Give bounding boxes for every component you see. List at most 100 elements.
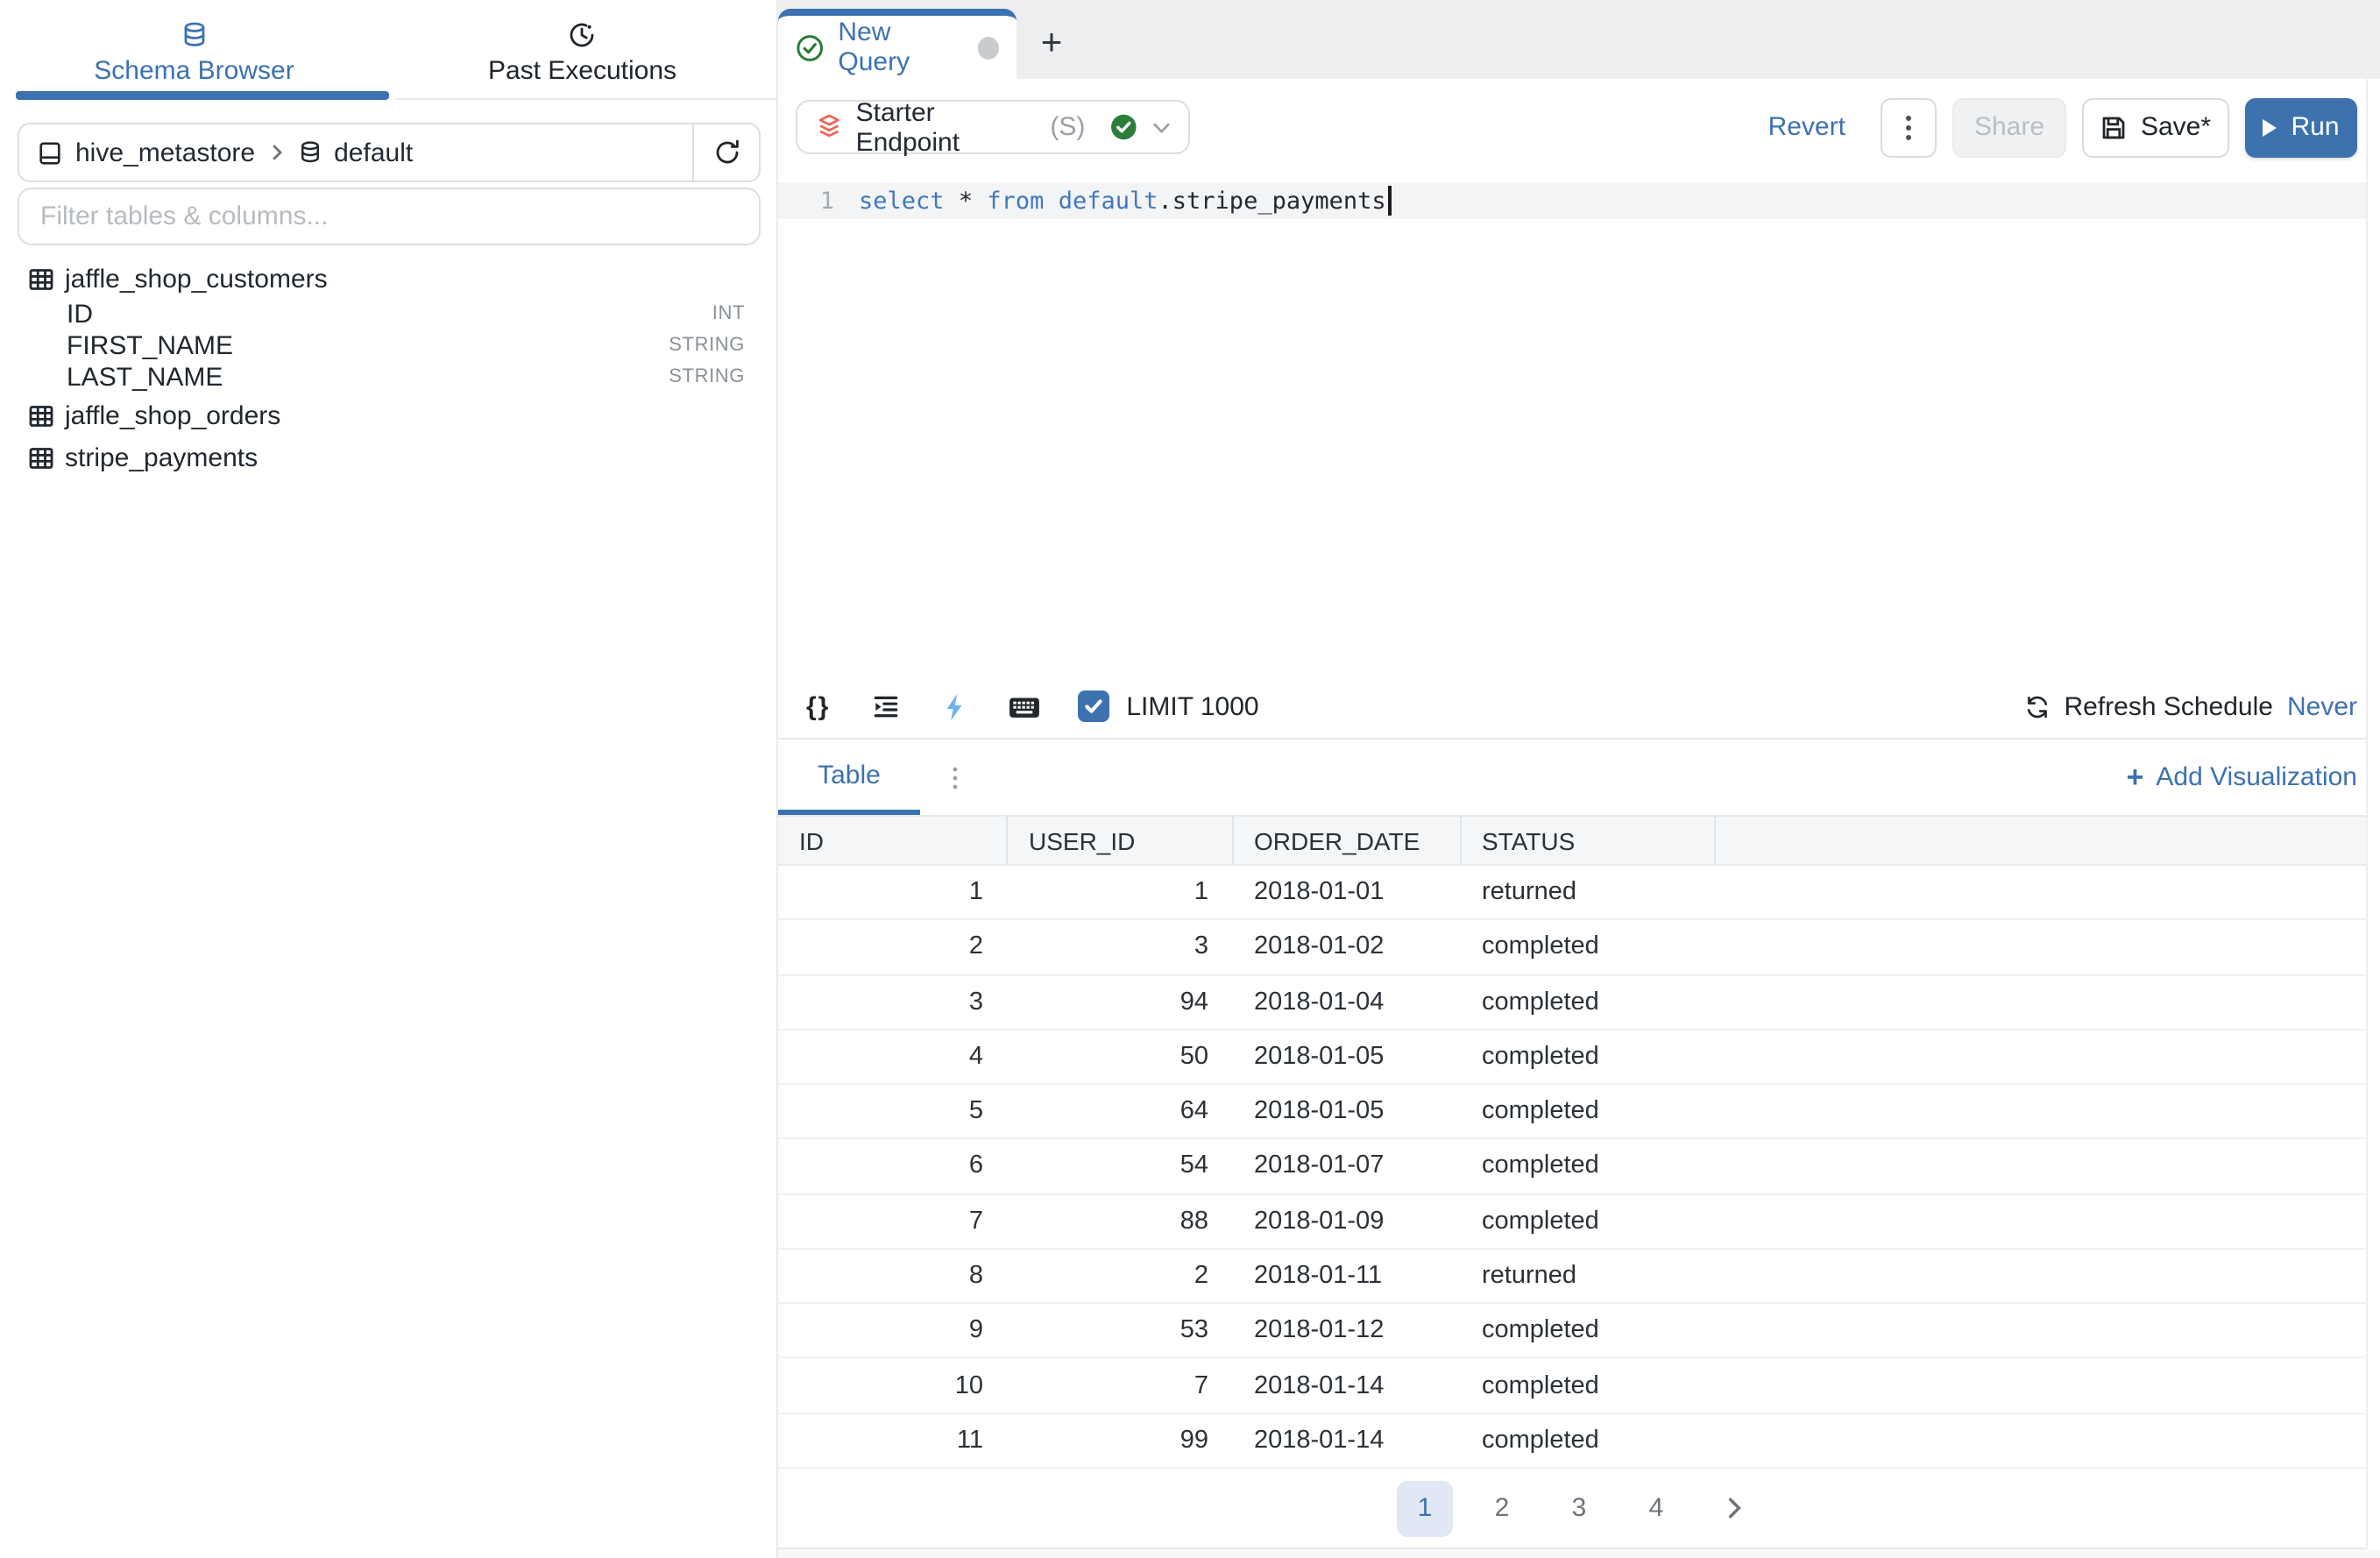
refresh-schedule-label: Refresh Schedule: [2064, 691, 2273, 721]
results-table-header: IDUSER_IDORDER_DATESTATUS: [778, 815, 2380, 866]
table-row-5: 5642018-01-05completed: [778, 1085, 2380, 1140]
page-button-3[interactable]: 3: [1551, 1480, 1607, 1536]
table-icon: [28, 266, 54, 292]
tree-table-jaffle_shop_customers[interactable]: jaffle_shop_customers: [28, 259, 745, 298]
cell-user_id: 99: [1008, 1413, 1233, 1467]
limit-checkbox[interactable]: [1077, 690, 1109, 722]
lightning-icon[interactable]: [940, 691, 967, 721]
line-number: 1: [778, 187, 859, 215]
kebab-icon: [1905, 113, 1912, 141]
cell-status: completed: [1461, 1085, 1715, 1138]
cell-user_id: 88: [1008, 1194, 1233, 1248]
cell-status: completed: [1461, 1030, 1715, 1084]
refresh-schedule-value[interactable]: Never: [2287, 691, 2357, 721]
schema-refresh-button[interactable]: [692, 124, 759, 181]
cell-order_date: 2018-01-11: [1233, 1250, 1461, 1303]
kebab-icon: [952, 765, 959, 790]
tab-past-executions[interactable]: Past Executions: [388, 0, 776, 100]
breadcrumb-path[interactable]: hive_metastore default: [19, 138, 692, 167]
tab-past-executions-label: Past Executions: [488, 56, 676, 86]
tree-column-LAST_NAME[interactable]: LAST_NAMESTRING: [28, 361, 745, 393]
table-row-8: 822018-01-11returned: [778, 1250, 2380, 1305]
cell-user_id: 64: [1008, 1085, 1233, 1138]
database-icon: [181, 21, 209, 49]
editor-line-1: 1 select * from default.stripe_payments: [778, 182, 2380, 219]
cell-order_date: 2018-01-02: [1233, 921, 1461, 974]
clock-icon: [569, 21, 597, 49]
refresh-schedule: Refresh Schedule Never: [2023, 691, 2357, 721]
results-table-body: 112018-01-01returned232018-01-02complete…: [778, 866, 2380, 1469]
scrollbar-track[interactable]: [2366, 79, 2380, 1549]
save-icon: [2100, 113, 2129, 141]
save-button[interactable]: Save*: [2082, 97, 2229, 157]
cell-id: 9: [778, 1304, 1008, 1357]
tree-column-type: INT: [712, 303, 745, 324]
query-tab-new-query[interactable]: New Query: [778, 9, 1016, 79]
tree-column-type: STRING: [669, 335, 745, 356]
sql-code[interactable]: select * from default.stripe_payments: [859, 186, 1392, 216]
cell-id: 10: [778, 1359, 1008, 1413]
breadcrumb-chevron-icon: [267, 144, 285, 161]
cell-user_id: 94: [1008, 975, 1233, 1029]
tree-column-label: ID: [67, 299, 93, 329]
endpoint-name: Starter Endpoint: [856, 97, 1038, 157]
play-icon: [2263, 118, 2277, 136]
tree-column-FIRST_NAME[interactable]: FIRST_NAMESTRING: [28, 329, 745, 361]
filter-input[interactable]: [19, 202, 759, 231]
tree-table-stripe_payments[interactable]: stripe_payments: [28, 438, 745, 477]
results-header: Table + Add Visualization: [778, 738, 2380, 815]
tab-schema-browser[interactable]: Schema Browser: [0, 0, 388, 100]
add-visualization-button[interactable]: + Add Visualization: [2127, 740, 2358, 815]
column-header-USER_ID[interactable]: USER_ID: [1008, 817, 1233, 864]
refresh-schedule-icon: [2023, 693, 2050, 719]
cell-status: completed: [1461, 1140, 1715, 1193]
query-tabstrip: New Query +: [778, 0, 2380, 79]
visualization-menu-button[interactable]: [920, 740, 990, 815]
cell-id: 8: [778, 1250, 1008, 1303]
next-page-button[interactable]: [1705, 1480, 1761, 1536]
page-button-2[interactable]: 2: [1474, 1480, 1530, 1536]
tree-column-ID[interactable]: ID INT: [28, 298, 745, 329]
share-button[interactable]: Share: [1952, 97, 2066, 157]
breadcrumb: hive_metastore default: [18, 123, 761, 182]
keyboard-icon[interactable]: [1007, 691, 1040, 721]
indent-icon[interactable]: [870, 691, 900, 721]
filter-field: [18, 188, 761, 245]
cell-id: 1: [778, 866, 1008, 919]
column-header-ORDER_DATE[interactable]: ORDER_DATE: [1233, 817, 1461, 864]
limit-control: LIMIT 1000: [1077, 690, 1258, 722]
cell-order_date: 2018-01-07: [1233, 1140, 1461, 1193]
column-header-STATUS[interactable]: STATUS: [1461, 817, 1715, 864]
table-icon: [28, 402, 54, 428]
cell-order_date: 2018-01-09: [1233, 1194, 1461, 1248]
format-query-icon[interactable]: {}: [806, 691, 830, 721]
catalog-icon: [37, 139, 63, 166]
table-row-2: 232018-01-02completed: [778, 921, 2380, 976]
page-button-1[interactable]: 1: [1397, 1480, 1453, 1536]
tree-table-jaffle_shop_orders[interactable]: jaffle_shop_orders: [28, 396, 745, 435]
cell-status: completed: [1461, 921, 1715, 974]
breadcrumb-catalog[interactable]: hive_metastore: [75, 138, 255, 167]
tab-table-visualization[interactable]: Table: [778, 740, 920, 815]
cell-status: returned: [1461, 866, 1715, 919]
cell-status: completed: [1461, 1304, 1715, 1357]
sql-editor[interactable]: 1 select * from default.stripe_payments: [778, 175, 2380, 675]
new-tab-button[interactable]: +: [1016, 9, 1087, 79]
column-header-ID[interactable]: ID: [778, 817, 1008, 864]
table-row-11: 11992018-01-14completed: [778, 1413, 2380, 1469]
endpoint-status-icon: [1109, 112, 1138, 142]
page-button-4[interactable]: 4: [1628, 1480, 1684, 1536]
cell-id: 2: [778, 921, 1008, 974]
endpoint-selector[interactable]: Starter Endpoint (S): [796, 100, 1190, 154]
cell-id: 7: [778, 1194, 1008, 1248]
toolbar-actions: Revert Share Save* R: [1768, 97, 2357, 157]
more-options-button[interactable]: [1881, 97, 1937, 157]
breadcrumb-schema[interactable]: default: [334, 138, 413, 167]
add-visualization-label: Add Visualization: [2156, 762, 2357, 792]
check-icon: [1082, 696, 1103, 717]
add-icon: +: [2127, 760, 2144, 795]
run-button[interactable]: Run: [2245, 97, 2357, 157]
revert-button[interactable]: Revert: [1768, 112, 1845, 142]
cell-status: completed: [1461, 1359, 1715, 1413]
query-tab-label: New Query: [838, 18, 963, 77]
